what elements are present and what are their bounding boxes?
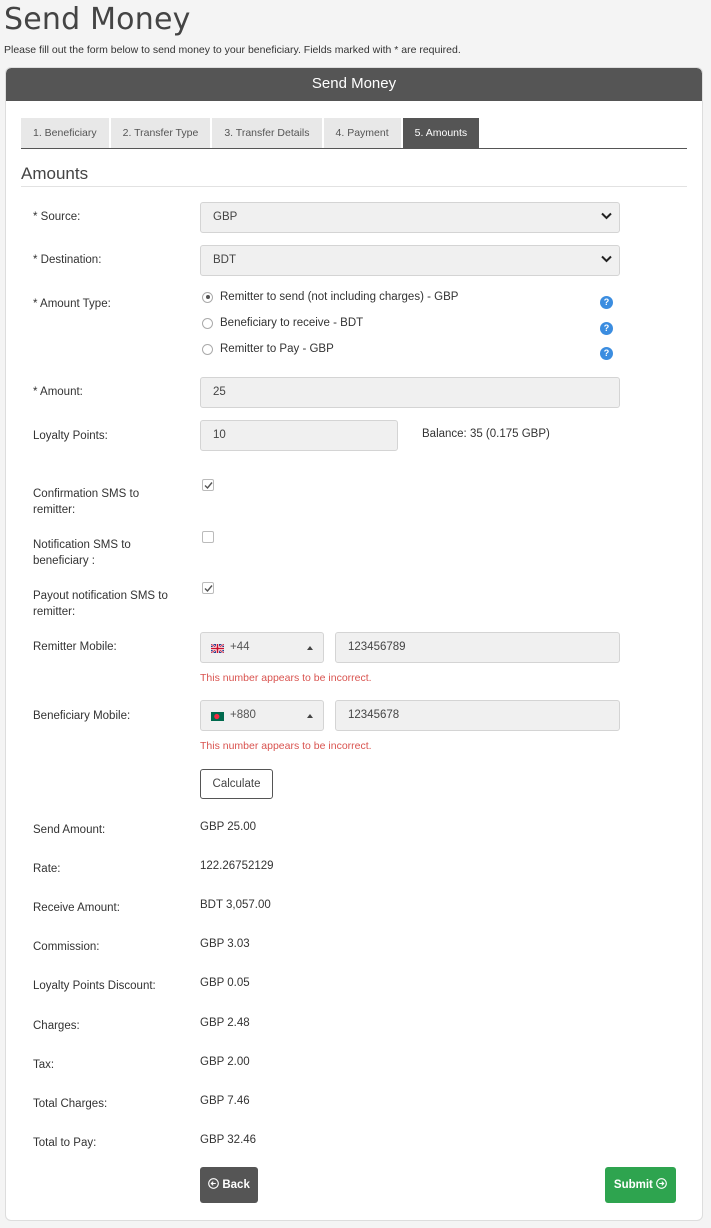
section-title: Amounts [21,164,89,183]
page-title: Send Money [4,2,191,37]
beneficiary-mobile-error: This number appears to be incorrect. [200,740,372,752]
amount-label: * Amount: [33,386,83,398]
section-divider [21,186,687,187]
amount-type-label: * Amount Type: [33,298,111,310]
back-button[interactable]: Back [200,1167,258,1203]
source-select[interactable]: GBP [200,202,620,233]
beneficiary-mobile-value: 12345678 [348,709,400,721]
total-charges-label: Total Charges: [33,1098,108,1110]
loyalty-points-label: Loyalty Points: [33,430,108,442]
amount-input[interactable]: 25 [200,377,620,408]
source-value: GBP [213,211,238,223]
question-circle-icon[interactable]: ? [600,347,613,360]
loyalty-points-value: 10 [213,429,226,441]
caret-up-icon [307,646,313,650]
remitter-mobile-input[interactable]: 123456789 [335,632,620,663]
calculate-button[interactable]: Calculate [200,769,273,799]
tab-amounts[interactable]: 5. Amounts [402,118,480,148]
uk-flag-icon [211,644,224,653]
amount-type-option-beneficiary-receive[interactable]: Beneficiary to receive - BDT [202,317,363,329]
chevron-down-icon [601,203,612,232]
tab-transfer-details[interactable]: 3. Transfer Details [212,118,322,148]
charges-label: Charges: [33,1020,80,1032]
amount-value: 25 [213,386,226,398]
receive-amount-value: BDT 3,057.00 [200,899,271,911]
remitter-country-code-select[interactable]: +44 [200,632,324,663]
tab-transfer-type[interactable]: 2. Transfer Type [110,118,211,148]
tax-value: GBP 2.00 [200,1056,250,1068]
charges-value: GBP 2.48 [200,1017,250,1029]
loyalty-balance: Balance: 35 (0.175 GBP) [422,428,550,440]
send-money-panel: Send Money 1. Beneficiary 2. Transfer Ty… [5,67,703,1221]
question-circle-icon[interactable]: ? [600,296,613,309]
tab-beneficiary[interactable]: 1. Beneficiary [21,118,109,148]
panel-header: Send Money [6,68,702,101]
remitter-mobile-label: Remitter Mobile: [33,641,117,653]
send-amount-label: Send Amount: [33,824,106,836]
confirmation-sms-label: Confirmation SMS to remitter: [33,488,140,516]
loyalty-discount-value: GBP 0.05 [200,977,250,989]
remitter-country-code: +44 [230,641,250,653]
beneficiary-mobile-input[interactable]: 12345678 [335,700,620,731]
tab-payment[interactable]: 4. Payment [323,118,401,148]
destination-value: BDT [213,254,236,266]
back-button-label: Back [222,1179,250,1191]
radio-button[interactable] [202,317,213,329]
commission-label: Commission: [33,941,100,953]
loyalty-discount-label: Loyalty Points Discount: [33,980,156,992]
beneficiary-country-code: +880 [230,709,256,721]
payout-sms-label: Payout notification SMS to remitter: [33,590,168,618]
amount-type-option-label: Remitter to Pay - GBP [220,343,334,355]
amount-type-option-remitter-send[interactable]: Remitter to send (not including charges)… [202,291,458,303]
amount-type-option-remitter-pay[interactable]: Remitter to Pay - GBP [202,343,334,355]
wizard-tabs: 1. Beneficiary 2. Transfer Type 3. Trans… [21,118,687,149]
rate-label: Rate: [33,863,61,875]
arrow-left-circle-icon [208,1178,219,1189]
payout-sms-checkbox[interactable] [202,582,214,594]
beneficiary-mobile-label: Beneficiary Mobile: [33,710,131,722]
total-to-pay-label: Total to Pay: [33,1137,97,1149]
question-circle-icon[interactable]: ? [600,322,613,335]
total-charges-value: GBP 7.46 [200,1095,250,1107]
amount-type-option-label: Beneficiary to receive - BDT [220,317,364,329]
beneficiary-country-code-select[interactable]: +880 [200,700,324,731]
chevron-down-icon [601,246,612,275]
page-intro: Please fill out the form below to send m… [4,44,461,56]
tax-label: Tax: [33,1059,55,1071]
radio-button[interactable] [202,291,213,303]
loyalty-points-input[interactable]: 10 [200,420,398,451]
amount-type-option-label: Remitter to send (not including charges)… [220,291,459,303]
caret-up-icon [307,714,313,718]
destination-label: * Destination: [33,254,102,266]
receive-amount-label: Receive Amount: [33,902,120,914]
commission-value: GBP 3.03 [200,938,250,950]
notification-sms-checkbox[interactable] [202,531,214,543]
send-amount-value: GBP 25.00 [200,821,257,833]
rate-value: 122.26752129 [200,860,274,872]
confirmation-sms-checkbox[interactable] [202,479,214,491]
arrow-right-circle-icon [656,1178,667,1189]
destination-select[interactable]: BDT [200,245,620,276]
notification-sms-label: Notification SMS to beneficiary : [33,539,131,567]
submit-button-label: Submit [613,1179,653,1191]
source-label: * Source: [33,211,81,223]
submit-button[interactable]: Submit [605,1167,676,1203]
bangladesh-flag-icon [211,712,224,721]
remitter-mobile-value: 123456789 [348,641,406,653]
remitter-mobile-error: This number appears to be incorrect. [200,672,372,684]
total-to-pay-value: GBP 32.46 [200,1134,257,1146]
radio-button[interactable] [202,343,213,355]
